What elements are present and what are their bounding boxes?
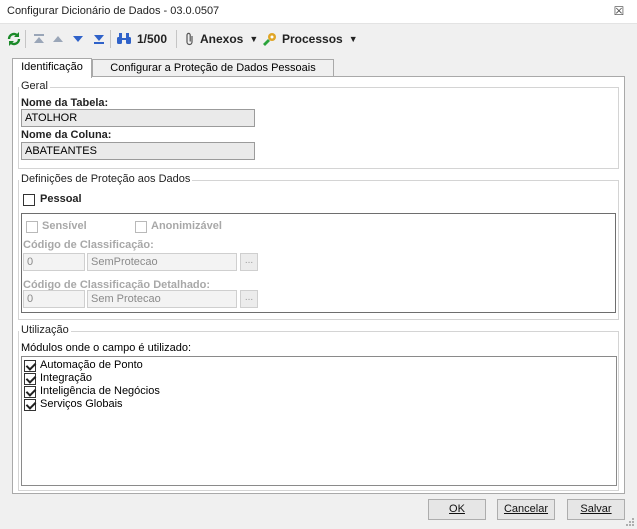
toolbar: 1/500 Anexos ▼ Processos ▼ <box>0 26 637 52</box>
classificacao-lookup-button[interactable]: ... <box>240 253 258 271</box>
protecao-legend: Definições de Proteção aos Dados <box>19 173 193 185</box>
window-title: Configurar Dicionário de Dados - 03.0.05… <box>7 5 220 17</box>
arrow-down-icon <box>73 36 83 42</box>
arrow-up-icon <box>53 36 63 42</box>
anonimizavel-label: Anonimizável <box>151 220 222 232</box>
classificacao-desc-field: SemProtecao <box>87 253 237 271</box>
first-record-button[interactable] <box>32 29 46 49</box>
anonimizavel-checkbox[interactable] <box>135 221 147 233</box>
save-button[interactable]: Salvar <box>567 499 625 520</box>
processes-icon <box>263 33 276 46</box>
module-label: Automação de Ponto <box>40 359 143 371</box>
toolbar-separator <box>176 30 177 48</box>
utilizacao-legend: Utilização <box>19 324 71 336</box>
first-record-icon <box>34 34 44 43</box>
classificacao-det-lookup-button[interactable]: ... <box>240 290 258 308</box>
tab-label: Identificação <box>21 61 83 73</box>
record-navigator-button[interactable]: 1/500 <box>116 29 167 49</box>
tabela-label: Nome da Tabela: <box>21 97 109 109</box>
toolbar-separator <box>25 30 26 48</box>
last-record-button[interactable] <box>92 29 106 49</box>
modules-list[interactable]: Automação de Ponto Integração Inteligênc… <box>21 356 617 486</box>
classificacao-label: Código de Classificação: <box>23 239 154 251</box>
module-checkbox[interactable] <box>24 399 36 411</box>
save-label: Salvar <box>580 503 612 515</box>
modules-label: Módulos onde o campo é utilizado: <box>21 342 191 354</box>
geral-legend: Geral <box>19 80 50 92</box>
previous-record-button[interactable] <box>52 29 64 49</box>
pessoal-checkbox[interactable] <box>23 194 35 206</box>
module-checkbox[interactable] <box>24 373 36 385</box>
next-record-button[interactable] <box>72 29 84 49</box>
close-icon[interactable]: ☒ <box>611 3 627 19</box>
pessoal-label: Pessoal <box>40 193 82 205</box>
module-label: Integração <box>40 372 92 384</box>
processos-menu[interactable]: Processos ▼ <box>262 29 358 49</box>
coluna-field[interactable]: ABATEANTES <box>21 142 255 160</box>
chevron-down-icon: ▼ <box>348 34 358 44</box>
module-label: Inteligência de Negócios <box>40 385 160 397</box>
anexos-menu[interactable]: Anexos ▼ <box>184 29 258 49</box>
classificacao-code-field[interactable]: 0 <box>23 253 85 271</box>
tab-identificacao[interactable]: Identificação <box>12 58 92 78</box>
tabela-field[interactable]: ATOLHOR <box>21 109 255 127</box>
refresh-button[interactable] <box>6 29 22 49</box>
tab-label: Configurar a Proteção de Dados Pessoais <box>110 62 316 74</box>
anexos-label: Anexos <box>200 32 244 46</box>
title-bar: Configurar Dicionário de Dados - 03.0.05… <box>0 0 637 24</box>
module-label: Serviços Globais <box>40 398 123 410</box>
cancel-label: Cancelar <box>503 503 549 515</box>
last-record-icon <box>94 35 104 44</box>
ok-button[interactable]: OK <box>428 499 486 520</box>
resize-grip-icon[interactable] <box>625 517 635 527</box>
toolbar-separator <box>110 30 111 48</box>
module-checkbox[interactable] <box>24 360 36 372</box>
refresh-icon <box>7 32 21 46</box>
processos-label: Processos <box>282 32 343 46</box>
chevron-down-icon: ▼ <box>249 34 259 44</box>
binoculars-icon <box>117 33 131 44</box>
cancel-button[interactable]: Cancelar <box>497 499 555 520</box>
sensivel-label: Sensível <box>42 220 87 232</box>
coluna-label: Nome da Coluna: <box>21 129 112 141</box>
module-checkbox[interactable] <box>24 386 36 398</box>
classificacao-det-desc-field: Sem Protecao <box>87 290 237 308</box>
paperclip-icon <box>186 32 193 46</box>
record-counter: 1/500 <box>137 32 168 46</box>
classificacao-det-code-field[interactable]: 0 <box>23 290 85 308</box>
tab-panel: Geral Nome da Tabela: ATOLHOR Nome da Co… <box>12 76 625 494</box>
sensivel-checkbox[interactable] <box>26 221 38 233</box>
ok-label: OK <box>449 503 465 515</box>
